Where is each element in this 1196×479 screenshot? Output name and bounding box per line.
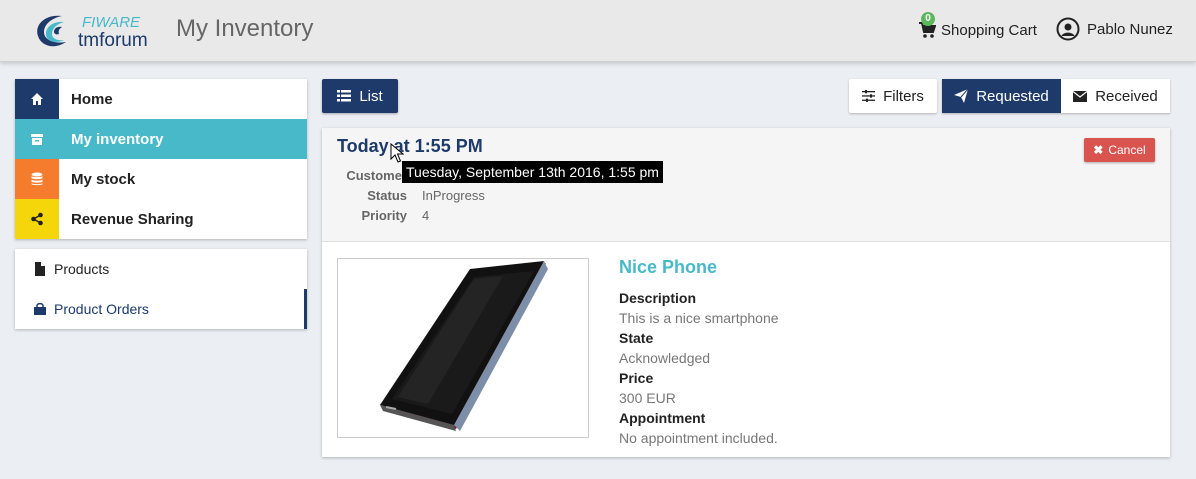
filters-label: Filters bbox=[883, 87, 924, 105]
cancel-order-button[interactable]: ✖ Cancel bbox=[1084, 138, 1155, 162]
envelope-icon bbox=[1073, 90, 1088, 102]
priority-value: 4 bbox=[422, 208, 430, 223]
user-name: Pablo Nunez bbox=[1087, 20, 1173, 38]
state-label: State bbox=[619, 330, 654, 346]
database-icon bbox=[15, 159, 59, 199]
status-value: InProgress bbox=[422, 188, 485, 203]
shopping-cart-label: Shopping Cart bbox=[941, 21, 1037, 39]
date-tooltip: Tuesday, September 13th 2016, 1:55 pm bbox=[402, 161, 663, 183]
priority-label: Priority bbox=[361, 208, 407, 223]
sub-item-product-orders[interactable]: Product Orders bbox=[15, 289, 307, 329]
user-circle-icon bbox=[1056, 17, 1080, 41]
logo-text-bottom: tmforum bbox=[78, 30, 148, 51]
requested-tab[interactable]: Requested bbox=[942, 79, 1061, 113]
archive-icon bbox=[15, 119, 59, 159]
filters-button[interactable]: Filters bbox=[849, 79, 937, 113]
top-header: FIWARE tmforum My Inventory 0 Shopping C… bbox=[0, 0, 1196, 62]
order-date[interactable]: Today at 1:55 PM bbox=[337, 136, 483, 157]
fiware-tmforum-logo[interactable]: FIWARE tmforum bbox=[32, 10, 170, 52]
page-title: My Inventory bbox=[176, 15, 314, 42]
nav-item-home[interactable]: Home bbox=[15, 79, 307, 119]
list-view-button[interactable]: List bbox=[322, 79, 398, 113]
nav-label-home: Home bbox=[71, 90, 113, 108]
received-label: Received bbox=[1095, 87, 1158, 105]
nav-item-my-stock[interactable]: My stock bbox=[15, 159, 307, 199]
appointment-value: No appointment included. bbox=[619, 430, 778, 446]
shopping-bag-icon bbox=[32, 301, 48, 317]
price-label: Price bbox=[619, 370, 654, 386]
main-navigation: Home My inventory My stock Revenue Shari… bbox=[15, 79, 307, 239]
state-value: Acknowledged bbox=[619, 350, 711, 366]
description-value: This is a nice smartphone bbox=[619, 310, 779, 326]
list-icon bbox=[337, 90, 352, 102]
shopping-cart-button[interactable]: 0 Shopping Cart bbox=[918, 12, 1037, 42]
product-name-link[interactable]: Nice Phone bbox=[619, 257, 717, 278]
customer-label: Customer bbox=[346, 168, 407, 183]
nav-item-my-inventory[interactable]: My inventory bbox=[15, 119, 307, 159]
product-details: Description This is a nice smartphone St… bbox=[619, 288, 1119, 448]
order-priority-row: Priority 4 bbox=[322, 208, 622, 228]
mouse-cursor-icon bbox=[390, 143, 404, 163]
description-label: Description bbox=[619, 290, 697, 306]
shopping-cart-icon: 0 bbox=[918, 12, 937, 39]
sub-item-products[interactable]: Products bbox=[15, 249, 307, 289]
order-direction-toggle: Requested Received bbox=[942, 79, 1170, 113]
paper-plane-icon bbox=[954, 89, 969, 103]
status-label: Status bbox=[367, 188, 407, 203]
product-image bbox=[337, 258, 589, 438]
nav-label-my-stock: My stock bbox=[71, 170, 136, 188]
received-tab[interactable]: Received bbox=[1061, 79, 1170, 113]
sliders-icon bbox=[862, 90, 876, 102]
order-status-row: Status InProgress bbox=[322, 188, 622, 208]
cancel-label: Cancel bbox=[1108, 143, 1146, 157]
file-icon bbox=[32, 261, 48, 277]
nav-label-revenue-sharing: Revenue Sharing bbox=[71, 210, 194, 228]
appointment-label: Appointment bbox=[619, 410, 706, 426]
cart-count-badge: 0 bbox=[921, 12, 935, 26]
share-icon bbox=[15, 199, 59, 239]
close-icon: ✖ bbox=[1093, 143, 1104, 157]
home-icon bbox=[15, 79, 59, 119]
list-view-label: List bbox=[359, 87, 383, 105]
logo-text-top: FIWARE bbox=[82, 14, 141, 31]
sub-label-products: Products bbox=[54, 261, 110, 277]
price-value: 300 EUR bbox=[619, 390, 676, 406]
requested-label: Requested bbox=[976, 87, 1049, 105]
sub-label-product-orders: Product Orders bbox=[54, 301, 149, 317]
sub-navigation: Products Product Orders bbox=[15, 249, 307, 329]
nav-item-revenue-sharing[interactable]: Revenue Sharing bbox=[15, 199, 307, 239]
order-header: Today at 1:55 PM Customer Status InProgr… bbox=[322, 128, 1170, 242]
user-menu[interactable]: Pablo Nunez bbox=[1056, 17, 1173, 41]
nav-label-my-inventory: My inventory bbox=[71, 130, 164, 148]
